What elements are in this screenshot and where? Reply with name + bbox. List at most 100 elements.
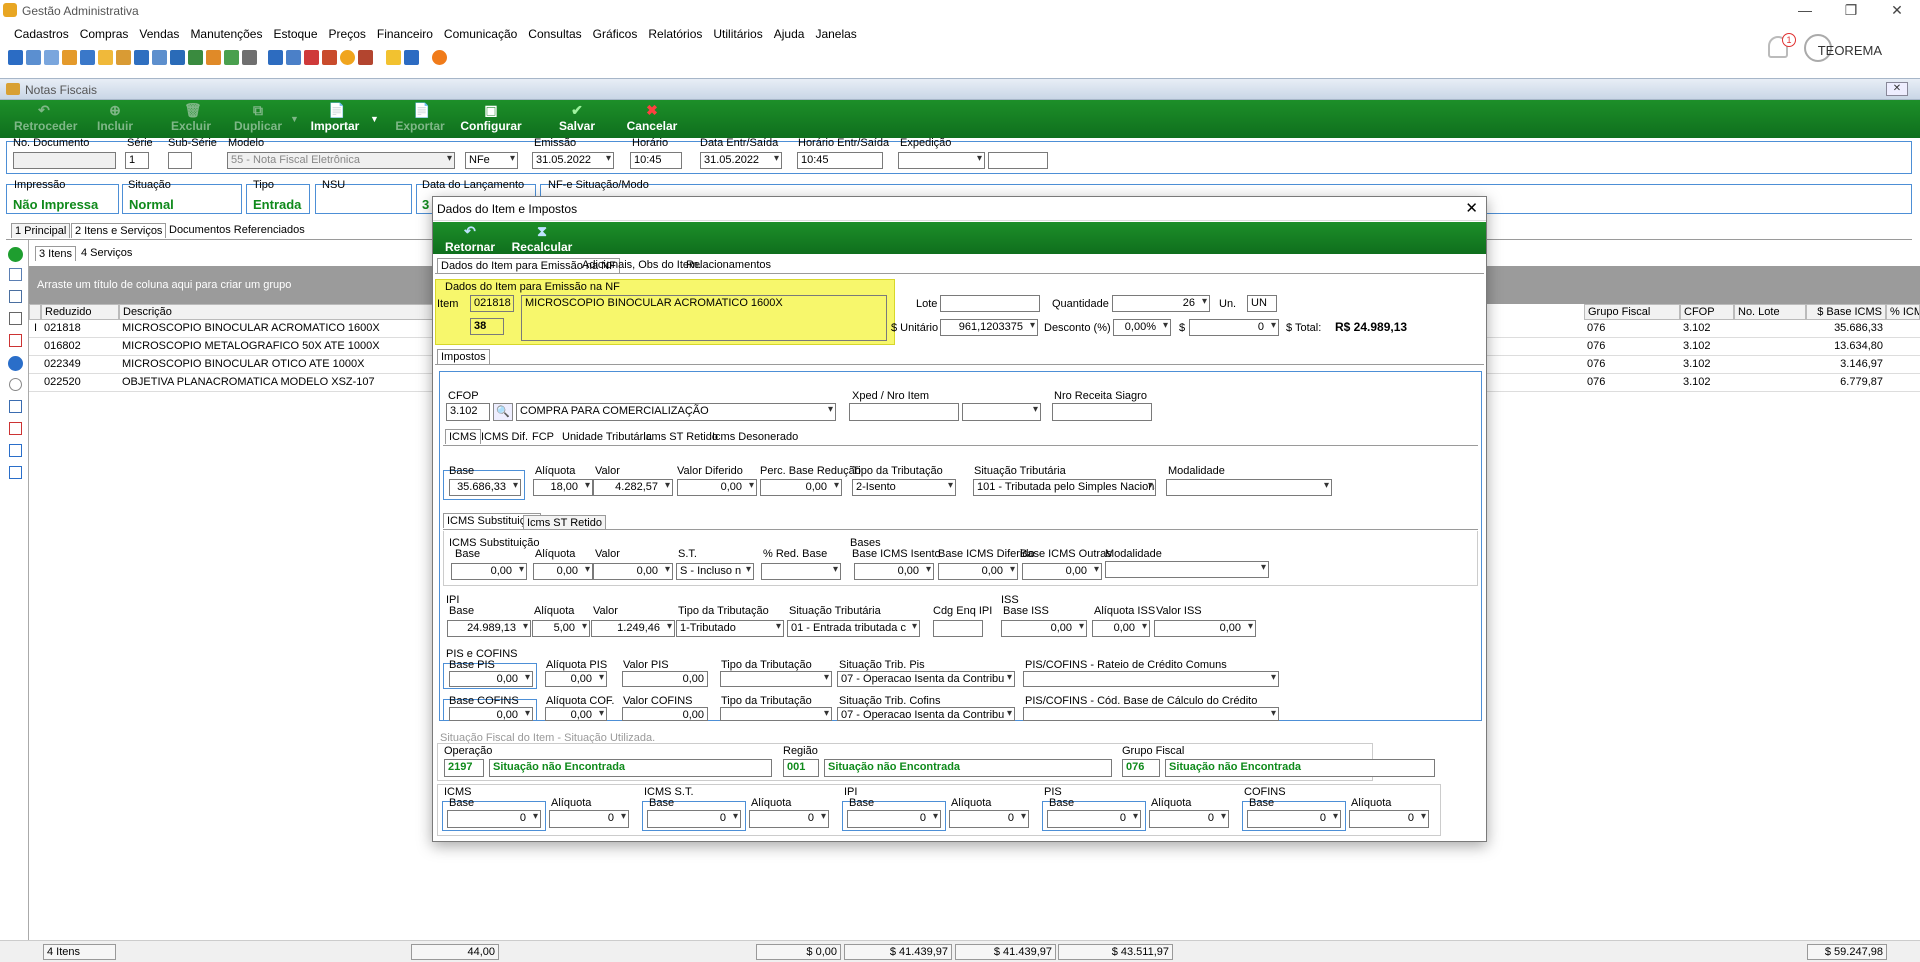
sum-icms-base-input[interactable]: 0 bbox=[447, 810, 541, 828]
subtab-itens[interactable]: 3 Itens bbox=[35, 246, 77, 261]
sit-pis-select[interactable]: 07 - Operacao Isenta da Contribu bbox=[837, 671, 1015, 687]
xped-input[interactable] bbox=[849, 403, 959, 421]
item-desc-input[interactable]: MICROSCOPIO BINOCULAR ACROMATICO 1600X bbox=[521, 295, 887, 341]
toolbar-info-icon[interactable] bbox=[404, 50, 419, 65]
col-descricao[interactable]: Descrição bbox=[119, 304, 433, 320]
menu-precos[interactable]: Preços bbox=[329, 24, 366, 44]
toolbar-print-icon[interactable] bbox=[242, 50, 257, 65]
iss-aliquota-input[interactable]: 0,00 bbox=[1092, 620, 1150, 637]
sum-pis-base-input[interactable]: 0 bbox=[1047, 810, 1141, 828]
toolbar-power-icon[interactable] bbox=[432, 50, 447, 65]
dialog-close-icon[interactable]: ✕ bbox=[1465, 199, 1478, 217]
expedicao-date[interactable] bbox=[898, 152, 985, 169]
xped-item-select[interactable] bbox=[962, 403, 1041, 421]
aliq-pis-input[interactable]: 0,00 bbox=[545, 671, 607, 687]
icms-modalidade-select[interactable] bbox=[1166, 479, 1332, 496]
sum-ipi-base-input[interactable]: 0 bbox=[847, 810, 941, 828]
duplicar-button[interactable]: ⧉ Duplicar bbox=[230, 100, 286, 138]
toolbar-refresh-icon[interactable] bbox=[224, 50, 239, 65]
fcp-tab[interactable]: FCP bbox=[529, 430, 557, 444]
tab-itens-servicos[interactable]: 2 Itens e Serviços bbox=[71, 223, 167, 238]
retornar-button[interactable]: ↶ Retornar bbox=[441, 222, 499, 254]
nro-receita-input[interactable] bbox=[1052, 403, 1152, 421]
lote-input[interactable] bbox=[940, 295, 1040, 312]
toolbar-grid-icon[interactable] bbox=[268, 50, 283, 65]
toolbar-star-icon[interactable] bbox=[386, 50, 401, 65]
info-icon[interactable] bbox=[8, 356, 23, 371]
ipi-aliquota-input[interactable]: 5,00 bbox=[532, 620, 590, 637]
tipo-doc-select[interactable]: NFe bbox=[465, 152, 518, 169]
toolbar-tag-icon[interactable] bbox=[188, 50, 203, 65]
col-pct-icm[interactable]: % ICM bbox=[1886, 304, 1920, 320]
un-input[interactable]: UN bbox=[1247, 295, 1277, 312]
toolbar-card-icon[interactable] bbox=[44, 50, 59, 65]
cfop-desc-select[interactable]: COMPRA PARA COMERCIALIZAÇÃO bbox=[516, 403, 836, 421]
menu-relatorios[interactable]: Relatórios bbox=[648, 24, 702, 44]
dialog-tab-relacionamentos[interactable]: Relacionamentos bbox=[683, 258, 774, 272]
emissao-date[interactable]: 31.05.2022 bbox=[532, 152, 614, 169]
grid-icon[interactable] bbox=[9, 444, 22, 457]
serie-input[interactable]: 1 bbox=[125, 152, 149, 169]
toolbar-id-icon[interactable] bbox=[152, 50, 167, 65]
minimize-icon[interactable]: — bbox=[1782, 0, 1828, 22]
icms-base-input[interactable]: 35.686,33 bbox=[449, 479, 521, 496]
menu-vendas[interactable]: Vendas bbox=[139, 24, 179, 44]
toolbar-calendar-icon[interactable] bbox=[304, 50, 319, 65]
cancelar-button[interactable]: ✖ Cancelar bbox=[624, 100, 680, 138]
remove-icon[interactable] bbox=[9, 334, 22, 347]
cfop-code-input[interactable]: 3.102 bbox=[446, 403, 490, 421]
valor-pis-input[interactable]: 0,00 bbox=[622, 671, 708, 687]
toolbar-cart-icon[interactable] bbox=[170, 50, 185, 65]
menu-comunicacao[interactable]: Comunicação bbox=[444, 24, 517, 44]
icms-dif-tab[interactable]: ICMS Dif. bbox=[478, 430, 531, 444]
restore-icon[interactable]: ❐ bbox=[1828, 0, 1874, 22]
horario-input[interactable]: 10:45 bbox=[630, 152, 682, 169]
retroceder-button[interactable]: ↶ Retroceder bbox=[14, 100, 77, 138]
sum-cofins-base-input[interactable]: 0 bbox=[1247, 810, 1341, 828]
incluir-button[interactable]: ⊕ Incluir bbox=[90, 100, 140, 138]
impostos-tab[interactable]: Impostos bbox=[437, 349, 490, 364]
col-base-icms[interactable]: $ Base ICMS bbox=[1806, 304, 1886, 320]
report-icon[interactable] bbox=[9, 422, 22, 435]
tab-documentos-referenciados[interactable]: Documentos Referenciados bbox=[166, 223, 308, 237]
cod-base-select[interactable] bbox=[1023, 707, 1279, 721]
icms-valor-dif-input[interactable]: 0,00 bbox=[677, 479, 757, 496]
ipi-cdg-input[interactable] bbox=[933, 620, 983, 637]
col-reduzido[interactable]: Reduzido bbox=[41, 304, 119, 320]
icms-tab[interactable]: ICMS bbox=[445, 429, 481, 444]
desconto-pct-input[interactable]: 0,00% bbox=[1113, 319, 1171, 336]
quantidade-input[interactable]: 26 bbox=[1112, 295, 1210, 312]
configurar-button[interactable]: ▣ Configurar bbox=[458, 100, 524, 138]
pis-tipo-select[interactable] bbox=[720, 671, 832, 687]
cfop-search-icon[interactable]: 🔍 bbox=[493, 403, 513, 421]
exportar-button[interactable]: 📄 Exportar bbox=[390, 100, 450, 138]
menu-graficos[interactable]: Gráficos bbox=[593, 24, 638, 44]
desconto-val-input[interactable]: 0 bbox=[1189, 319, 1279, 336]
toolbar-doc-icon[interactable] bbox=[80, 50, 95, 65]
base-cofins-input[interactable]: 0,00 bbox=[449, 707, 533, 721]
ipi-sit-select[interactable]: 01 - Entrada tributada c bbox=[787, 620, 920, 637]
icms-tipo-trib-select[interactable]: 2-Isento bbox=[852, 479, 956, 496]
close-icon[interactable]: ✕ bbox=[1874, 0, 1920, 22]
col-grupo-fiscal[interactable]: Grupo Fiscal bbox=[1584, 304, 1680, 320]
aliq-cofins-input[interactable]: 0,00 bbox=[545, 707, 607, 721]
rateio-select[interactable] bbox=[1023, 671, 1279, 687]
importar-dropdown-icon[interactable]: ▼ bbox=[370, 114, 379, 124]
icms-desonerado-tab[interactable]: Icms Desonerado bbox=[709, 430, 801, 444]
importar-button[interactable]: 📄 Importar bbox=[305, 100, 365, 138]
menu-consultas[interactable]: Consultas bbox=[528, 24, 581, 44]
menu-compras[interactable]: Compras bbox=[80, 24, 129, 44]
toolbar-list-icon[interactable] bbox=[62, 50, 77, 65]
menu-utilitarios[interactable]: Utilitários bbox=[713, 24, 762, 44]
tools-icon[interactable] bbox=[9, 290, 22, 303]
settings-icon[interactable] bbox=[9, 378, 22, 391]
add-item-icon[interactable] bbox=[8, 247, 23, 262]
salvar-button[interactable]: ✔ Salvar bbox=[550, 100, 604, 138]
sum-pis-aliq-input[interactable]: 0 bbox=[1149, 810, 1229, 828]
toolbar-save-icon[interactable] bbox=[8, 50, 23, 65]
menu-estoque[interactable]: Estoque bbox=[273, 24, 317, 44]
menu-ajuda[interactable]: Ajuda bbox=[774, 24, 805, 44]
recalcular-button[interactable]: ⧗ Recalcular bbox=[509, 222, 575, 254]
toolbar-folder-icon[interactable] bbox=[98, 50, 113, 65]
sum-st-base-input[interactable]: 0 bbox=[647, 810, 741, 828]
